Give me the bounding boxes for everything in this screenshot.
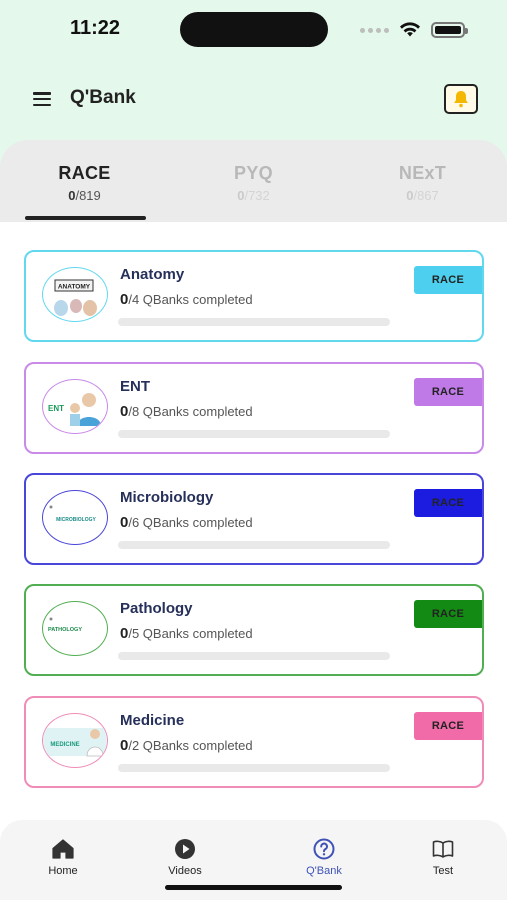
subject-card-pathology[interactable]: PATHOLOGY Pathology 0/5 QBanks completed… xyxy=(24,584,484,676)
nav-label: Videos xyxy=(168,865,202,877)
subject-logo: PATHOLOGY xyxy=(42,601,108,656)
subject-card-ent[interactable]: ENT ENT 0/8 QBanks completed RACE xyxy=(24,362,484,454)
app-header: Q'Bank xyxy=(0,75,507,123)
race-badge: RACE xyxy=(414,378,482,406)
hamburger-menu-icon[interactable] xyxy=(33,92,51,106)
nav-label: Q'Bank xyxy=(306,865,342,877)
nav-test[interactable]: Test xyxy=(380,820,506,884)
exam-tabs: RACE 0/819 PYQ 0/732 NExT 0/867 xyxy=(0,140,507,222)
subject-progress-bar xyxy=(118,318,390,326)
bell-icon xyxy=(454,91,468,108)
subject-card-medicine[interactable]: MEDICINE Medicine 0/2 QBanks completed R… xyxy=(24,696,484,788)
subject-logo: ENT xyxy=(42,379,108,434)
tab-pyq[interactable]: PYQ 0/732 xyxy=(169,140,338,222)
race-badge: RACE xyxy=(414,712,482,740)
cellular-signal-icon xyxy=(360,27,389,33)
svg-text:MEDICINE: MEDICINE xyxy=(50,742,79,748)
subject-progress-bar xyxy=(118,652,390,660)
book-icon xyxy=(431,837,455,861)
home-icon xyxy=(51,837,75,861)
race-badge: RACE xyxy=(414,266,482,294)
race-badge: RACE xyxy=(414,489,482,517)
subject-list: ANATOMY Anatomy 0/4 QBanks completed RAC… xyxy=(0,222,507,820)
notification-button[interactable] xyxy=(444,84,478,114)
subject-progress-text: 0/5 QBanks completed xyxy=(120,625,253,642)
subject-progress-text: 0/4 QBanks completed xyxy=(120,291,253,308)
tab-race[interactable]: RACE 0/819 xyxy=(0,140,169,222)
svg-text:ANATOMY: ANATOMY xyxy=(58,284,91,291)
subject-title: Pathology xyxy=(120,600,193,617)
subject-logo: ANATOMY xyxy=(42,267,108,322)
svg-text:ENT: ENT xyxy=(48,404,64,413)
nav-label: Home xyxy=(48,865,78,877)
wifi-icon xyxy=(400,22,420,37)
battery-icon xyxy=(431,22,468,38)
subject-title: ENT xyxy=(120,378,150,395)
active-tab-indicator xyxy=(25,216,146,220)
home-indicator xyxy=(165,885,342,890)
svg-text:PATHOLOGY: PATHOLOGY xyxy=(48,627,82,633)
status-icons xyxy=(360,20,468,40)
tab-label: NExT xyxy=(398,163,447,183)
subject-card-anatomy[interactable]: ANATOMY Anatomy 0/4 QBanks completed RAC… xyxy=(24,250,484,342)
subject-progress-bar xyxy=(118,764,390,772)
svg-text:MICROBIOLOGY: MICROBIOLOGY xyxy=(56,517,96,523)
subject-logo: MICROBIOLOGY xyxy=(42,490,108,545)
nav-home[interactable]: Home xyxy=(0,820,126,884)
subject-title: Microbiology xyxy=(120,489,214,506)
subject-progress-bar xyxy=(118,541,390,549)
play-circle-icon xyxy=(173,837,197,861)
tab-label: RACE xyxy=(58,163,111,183)
question-circle-icon xyxy=(312,837,336,861)
tab-next[interactable]: NExT 0/867 xyxy=(338,140,507,222)
subject-title: Medicine xyxy=(120,712,185,729)
subject-logo: MEDICINE xyxy=(42,713,108,768)
page-title: Q'Bank xyxy=(70,87,136,108)
status-time: 11:22 xyxy=(70,17,121,39)
tab-count: 0/732 xyxy=(237,188,270,203)
tab-count: 0/867 xyxy=(406,188,439,203)
nav-label: Test xyxy=(432,865,454,877)
subject-progress-text: 0/8 QBanks completed xyxy=(120,403,253,420)
subject-card-microbiology[interactable]: MICROBIOLOGY Microbiology 0/6 QBanks com… xyxy=(24,473,484,565)
tab-label: PYQ xyxy=(234,163,273,183)
subject-title: Anatomy xyxy=(120,266,185,283)
tab-count: 0/819 xyxy=(68,188,101,203)
subject-progress-text: 0/6 QBanks completed xyxy=(120,514,253,531)
status-bar: 11:22 xyxy=(0,0,507,60)
nav-videos[interactable]: Videos xyxy=(122,820,248,884)
subject-progress-bar xyxy=(118,430,390,438)
nav-qbank[interactable]: Q'Bank xyxy=(261,820,387,884)
race-badge: RACE xyxy=(414,600,482,628)
dynamic-island xyxy=(180,12,328,47)
subject-progress-text: 0/2 QBanks completed xyxy=(120,737,253,754)
